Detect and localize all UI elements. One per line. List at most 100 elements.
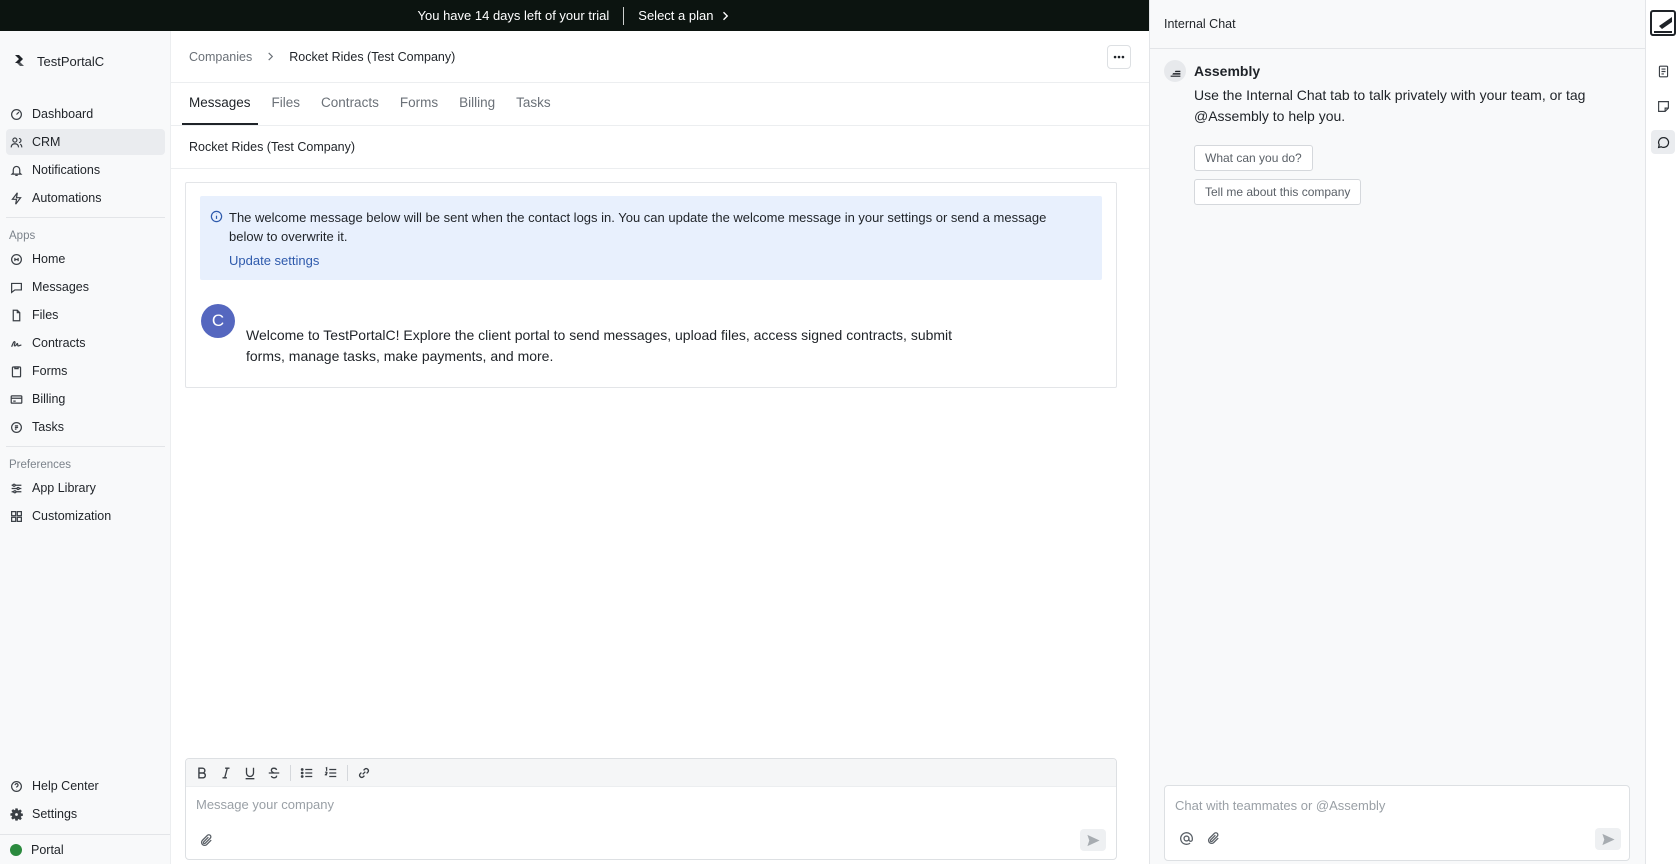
strikethrough-button[interactable]: [266, 765, 282, 781]
bold-button[interactable]: [194, 765, 210, 781]
select-plan-link[interactable]: Select a plan: [638, 8, 731, 23]
message-composer: [185, 758, 1117, 860]
assembly-logo-button[interactable]: [1650, 10, 1676, 36]
portal-link[interactable]: Portal: [0, 834, 170, 864]
assembly-logo-icon: [1650, 10, 1676, 36]
sidebar-item-label: Dashboard: [32, 107, 94, 121]
numbered-list-icon: [324, 766, 338, 780]
sidebar-item-label: CRM: [32, 135, 61, 149]
sidebar-item-dashboard[interactable]: Dashboard: [6, 101, 165, 127]
assistant-name: Assembly: [1194, 63, 1261, 79]
footer-nav: Help Center Settings: [0, 773, 171, 829]
italic-icon: [219, 766, 233, 780]
file-icon: [10, 309, 23, 322]
formatting-toolbar: [186, 759, 1116, 787]
assistant-avatar: [1164, 60, 1186, 82]
info-banner-text: The welcome message below will be sent w…: [229, 210, 1047, 244]
chat-send-button[interactable]: [1595, 828, 1621, 850]
select-plan-label: Select a plan: [638, 8, 714, 23]
rail-sticky-note-button[interactable]: [1651, 94, 1675, 118]
suggestion-about-company[interactable]: Tell me about this company: [1194, 179, 1362, 205]
chat-composer: [1164, 785, 1630, 861]
breadcrumb: Companies Rocket Rides (Test Company): [171, 31, 1149, 83]
breadcrumb-companies-link[interactable]: Companies: [189, 50, 252, 64]
bolt-icon: [10, 191, 23, 205]
sidebar-item-billing[interactable]: Billing: [6, 386, 165, 412]
banner-divider: [623, 6, 625, 25]
workspace-name: TestPortalC: [37, 53, 105, 69]
sidebar-item-files[interactable]: Files: [6, 302, 165, 328]
underline-button[interactable]: [242, 765, 258, 781]
welcome-info-banner: The welcome message below will be sent w…: [200, 196, 1102, 280]
sidebar-item-crm[interactable]: CRM: [6, 129, 165, 155]
sidebar-item-label: Settings: [32, 807, 78, 821]
more-options-button[interactable]: [1107, 45, 1131, 69]
tab-files[interactable]: Files: [265, 95, 308, 125]
bulleted-list-icon: [300, 766, 314, 780]
grid-icon: [10, 510, 23, 523]
underline-icon: [243, 766, 257, 780]
rail-internal-chat-button[interactable]: [1651, 130, 1675, 154]
sidebar-item-notifications[interactable]: Notifications: [6, 157, 165, 183]
sidebar-item-label: Tasks: [32, 420, 64, 434]
bold-icon: [195, 766, 209, 780]
send-message-button[interactable]: [1080, 829, 1106, 851]
tab-tasks[interactable]: Tasks: [509, 95, 558, 125]
toolbar-divider: [347, 764, 348, 781]
sidebar-item-home[interactable]: Home: [6, 246, 165, 272]
chat-input[interactable]: [1175, 798, 1615, 813]
tab-messages[interactable]: Messages: [182, 95, 258, 125]
tab-billing[interactable]: Billing: [452, 95, 502, 125]
sidebar-item-customization[interactable]: Customization: [6, 503, 165, 529]
tab-forms[interactable]: Forms: [393, 95, 445, 125]
chat-panel-title: Internal Chat: [1150, 0, 1645, 49]
workspace-switcher[interactable]: TestPortalC: [12, 53, 104, 69]
conversation-title: Rocket Rides (Test Company): [171, 126, 1149, 169]
sidebar-item-label: Automations: [32, 191, 102, 205]
bell-icon: [10, 164, 23, 177]
numbered-list-button[interactable]: [323, 765, 339, 781]
sidebar-item-app-library[interactable]: App Library: [6, 475, 165, 501]
chat-attach-button[interactable]: [1206, 831, 1221, 846]
attach-file-button[interactable]: [199, 833, 214, 848]
sidebar-item-label: App Library: [32, 481, 96, 495]
send-icon: [1601, 832, 1616, 847]
mention-button[interactable]: [1179, 831, 1194, 846]
sliders-icon: [10, 482, 23, 495]
sidebar-item-messages[interactable]: Messages: [6, 274, 165, 300]
signature-icon: [10, 337, 23, 350]
right-rail: [1645, 0, 1679, 864]
sidebar-item-automations[interactable]: Automations: [6, 185, 165, 211]
preferences-section-label: Preferences: [9, 459, 72, 471]
sidebar-divider: [6, 446, 165, 447]
welcome-message: Welcome to TestPortalC! Explore the clie…: [246, 327, 953, 364]
internal-chat-panel: Internal Chat Assembly Use the Internal …: [1149, 0, 1645, 864]
sidebar-item-help-center[interactable]: Help Center: [6, 773, 165, 799]
sidebar-item-label: Help Center: [32, 779, 99, 793]
tab-contracts[interactable]: Contracts: [314, 95, 386, 125]
sidebar-item-tasks[interactable]: Tasks: [6, 414, 165, 440]
users-icon: [10, 136, 23, 149]
assembly-logo-icon: [1169, 65, 1182, 78]
italic-button[interactable]: [218, 765, 234, 781]
update-settings-link[interactable]: Update settings: [229, 253, 319, 268]
toolbar-divider: [290, 764, 291, 781]
credit-card-icon: [10, 393, 23, 406]
clipboard-icon: [10, 365, 23, 378]
sidebar-item-contracts[interactable]: Contracts: [6, 330, 165, 356]
avatar: C: [201, 304, 235, 338]
sidebar: TestPortalC Dashboard CRM Notifications …: [0, 31, 171, 864]
breadcrumb-current: Rocket Rides (Test Company): [289, 49, 456, 64]
insert-link-button[interactable]: [356, 765, 372, 781]
trial-banner: You have 14 days left of your trial Sele…: [0, 0, 1149, 31]
suggestion-what-can-you-do[interactable]: What can you do?: [1194, 145, 1313, 171]
link-icon: [357, 766, 371, 780]
message-input[interactable]: [196, 797, 1076, 812]
bulleted-list-button[interactable]: [299, 765, 315, 781]
sidebar-item-forms[interactable]: Forms: [6, 358, 165, 384]
rail-notes-button[interactable]: [1651, 59, 1675, 83]
sidebar-item-settings[interactable]: Settings: [6, 801, 165, 827]
home-icon: [10, 253, 23, 266]
assistant-message: Use the Internal Chat tab to talk privat…: [1194, 87, 1586, 124]
sidebar-item-label: Billing: [32, 392, 66, 406]
